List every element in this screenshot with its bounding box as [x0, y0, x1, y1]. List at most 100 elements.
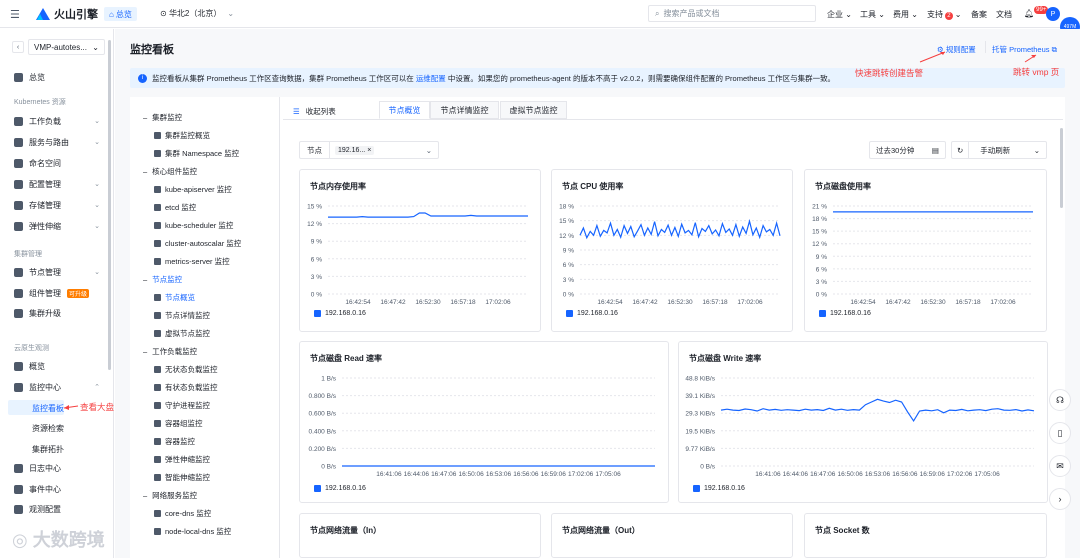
brand-logo[interactable]: 火山引擎	[36, 6, 98, 22]
upgrade-badge: 可升级	[67, 288, 90, 298]
sidebar-item-storage[interactable]: 存储管理 ⌄	[14, 197, 106, 213]
node-filter[interactable]: 节点 192.16... × ⌄	[299, 141, 439, 159]
tree-item[interactable]: 集群 Namespace 监控	[154, 148, 239, 159]
node-chip[interactable]: 192.16... ×	[335, 145, 375, 155]
line-chart: 1 B/s 0.800 B/s 0.600 B/s 0.400 B/s 0.200 B/…	[309, 376, 655, 478]
home-button[interactable]: ⌂ 总览	[104, 7, 137, 21]
tree-item[interactable]: 集群监控概览	[154, 130, 210, 141]
legend-swatch	[566, 310, 573, 317]
tree-item[interactable]: core-dns 监控	[154, 508, 211, 519]
tree-item[interactable]: 节点概览	[154, 292, 195, 303]
sidebar-scrollbar[interactable]	[108, 40, 111, 370]
tree-group[interactable]: – 集群监控	[143, 112, 182, 123]
tree-item[interactable]: node-local-dns 监控	[154, 526, 231, 537]
tree-item[interactable]: metrics-server 监控	[154, 256, 230, 267]
sidebar-item-service[interactable]: 服务与路由 ⌄	[14, 134, 106, 150]
project-selector[interactable]: VMP-autotes... ⌄	[28, 39, 105, 55]
sidebar-item-event[interactable]: 事件中心	[14, 481, 106, 497]
y-tick-label: 29.3 KiB/s	[685, 411, 715, 418]
nav-tools[interactable]: 工具 ⌄	[860, 9, 885, 20]
x-tick-label: 16:50:06	[837, 471, 863, 478]
tree-group[interactable]: – 工作负载监控	[143, 346, 197, 357]
chart-legend[interactable]: 192.168.0.16	[693, 485, 745, 492]
nav-support[interactable]: 支持 2 ⌄	[927, 9, 962, 20]
refresh-icon[interactable]: ↻	[952, 142, 970, 158]
bell-icon[interactable]: 🔔︎ 99+	[1024, 6, 1049, 19]
feedback-icon[interactable]: ✉	[1049, 455, 1071, 477]
sidebar-item-namespace[interactable]: 命名空间	[14, 155, 106, 171]
tree-item[interactable]: 无状态负载监控	[154, 364, 218, 375]
close-icon[interactable]: ×	[367, 147, 371, 154]
avatar[interactable]: P	[1046, 7, 1060, 21]
chart-legend[interactable]: 192.168.0.16	[566, 310, 618, 317]
divider	[985, 41, 986, 53]
tree-item[interactable]: 虚拟节点监控	[154, 328, 210, 339]
tab-node-detail[interactable]: 节点详情监控	[430, 101, 499, 119]
tree-item[interactable]: 弹性伸缩监控	[154, 454, 210, 465]
chart-icon	[154, 456, 161, 463]
chevron-right-icon[interactable]: ›	[1049, 488, 1071, 510]
region-selector[interactable]: ⊙ 华北2（北京） ⌄	[160, 8, 234, 19]
tab-node-overview[interactable]: 节点概览	[379, 101, 430, 119]
sidebar-item-resource-check[interactable]: 资源检索	[32, 423, 64, 434]
prometheus-link[interactable]: 托管 Prometheus ⧉	[992, 44, 1057, 55]
back-button[interactable]: ‹	[12, 41, 24, 53]
chart-legend[interactable]: 192.168.0.16	[314, 485, 366, 492]
book-icon[interactable]: ▯	[1049, 422, 1071, 444]
time-range-picker[interactable]: 过去30分钟 ▤	[869, 141, 946, 159]
tree-item[interactable]: kube-apiserver 监控	[154, 184, 232, 195]
chart-legend[interactable]: 192.168.0.16	[314, 310, 366, 317]
x-tick-label: 16:47:42	[632, 299, 658, 306]
sidebar-item-overview[interactable]: 总览	[14, 69, 106, 85]
y-tick-label: 0.800 B/s	[309, 393, 337, 400]
chart-legend[interactable]: 192.168.0.16	[819, 310, 871, 317]
tree-item[interactable]: 节点详情监控	[154, 310, 210, 321]
rule-config-link[interactable]: ⚙ 规则配置	[937, 44, 976, 55]
tree-item[interactable]: 有状态负载监控	[154, 382, 218, 393]
search-input[interactable]: ⌕ 搜索产品或文档	[648, 5, 816, 22]
sidebar-item-component[interactable]: 组件管理 可升级	[14, 285, 106, 301]
chart-icon	[154, 528, 161, 535]
sidebar-item-topology[interactable]: 集群拓扑	[32, 444, 64, 455]
x-tick-label: 17:02:06	[568, 471, 594, 478]
tree-item[interactable]: 容器组监控	[154, 418, 203, 429]
nav-billing[interactable]: 费用 ⌄	[893, 9, 918, 20]
tree-item[interactable]: kube-scheduler 监控	[154, 220, 233, 231]
tree-group[interactable]: – 节点监控	[143, 274, 182, 285]
sidebar-item-cloud-overview[interactable]: 概览	[14, 358, 106, 374]
annotation-board: 查看大盘	[80, 402, 115, 412]
content-scrollbar[interactable]	[1060, 128, 1063, 208]
sidebar-item-config[interactable]: 配置管理 ⌄	[14, 176, 106, 192]
line-chart: 15 % 12 % 9 % 6 % 3 % 0 % 16:42:54 16:47:42 16:5…	[307, 204, 528, 306]
sidebar-item-workload[interactable]: 工作负载 ⌄	[14, 113, 106, 129]
x-tick-label: 16:42:54	[597, 299, 623, 306]
legend-swatch	[693, 485, 700, 492]
sidebar-item-node[interactable]: 节点管理 ⌄	[14, 264, 106, 280]
y-tick-label: 19.5 KiB/s	[685, 428, 715, 435]
tree-item[interactable]: 守护进程监控	[154, 400, 210, 411]
sidebar-item-elastic[interactable]: 弹性伸缩 ⌄	[14, 218, 106, 234]
tree-item[interactable]: 容器监控	[154, 436, 195, 447]
tab-virtual-node[interactable]: 虚拟节点监控	[500, 101, 567, 119]
sidebar-item-log[interactable]: 日志中心	[14, 460, 106, 476]
tree-group[interactable]: – 核心组件监控	[143, 166, 197, 177]
nav-docs[interactable]: 文档	[996, 9, 1012, 20]
nav-filing[interactable]: 备案	[971, 9, 987, 20]
sidebar-item-obs-config[interactable]: 观测配置	[14, 501, 106, 517]
refresh-control[interactable]: ↻ 手动刷新 ⌄	[951, 141, 1047, 159]
nav-enterprise[interactable]: 企业 ⌄	[827, 9, 852, 20]
top-bar: ☰ 火山引擎 ⌂ 总览 ⊙ 华北2（北京） ⌄ ⌕ 搜索产品或文档 企业 ⌄ 工具 ⌄…	[0, 0, 1080, 37]
tree-item[interactable]: etcd 监控	[154, 202, 196, 213]
tree-group[interactable]: – 网络服务监控	[143, 490, 197, 501]
menu-icon[interactable]: ☰	[10, 8, 20, 21]
sidebar-item-monitor[interactable]: 监控中心 ⌃	[14, 379, 106, 395]
sidebar-item-monitor-board[interactable]: 监控看板	[32, 403, 64, 414]
tree-item[interactable]: cluster-autoscalar 监控	[154, 238, 241, 249]
y-tick-label: 6 %	[563, 262, 574, 269]
sidebar-item-cluster-upgrade[interactable]: 集群升级	[14, 305, 106, 321]
headset-icon[interactable]: ☊	[1049, 389, 1071, 411]
collapse-list-button[interactable]: ☰ 收起列表	[293, 106, 336, 117]
ops-config-link[interactable]: 运维配置	[416, 74, 446, 83]
chart-icon	[154, 474, 161, 481]
tree-item[interactable]: 智能伸缩监控	[154, 472, 210, 483]
